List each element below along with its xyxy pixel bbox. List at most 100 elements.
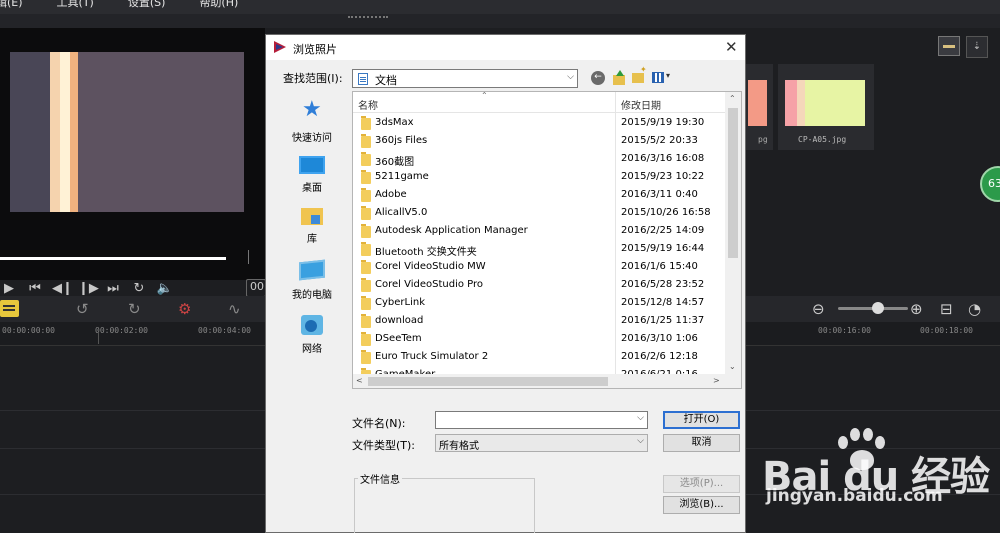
- chevron-down-icon[interactable]: ⌵: [637, 413, 644, 423]
- scrollbar-thumb[interactable]: [728, 108, 738, 258]
- library-view-button[interactable]: [938, 36, 960, 56]
- file-row[interactable]: DSeeTem 2016/3/10 1:06: [353, 331, 725, 349]
- file-row[interactable]: Euro Truck Simulator 2 2016/2/6 12:18: [353, 349, 725, 367]
- horizontal-scrollbar[interactable]: < >: [353, 374, 725, 388]
- file-row[interactable]: 360截图 2016/3/16 16:08: [353, 151, 725, 169]
- home-icon[interactable]: ⏮: [26, 281, 44, 296]
- file-row[interactable]: Autodesk Application Manager 2016/2/25 14…: [353, 223, 725, 241]
- place-quick-access[interactable]: ★ 快速访问: [275, 99, 349, 145]
- fit-project-icon[interactable]: ⊟: [940, 300, 953, 318]
- up-folder-icon[interactable]: [612, 70, 626, 86]
- duration-icon[interactable]: ◔: [968, 300, 981, 318]
- file-row[interactable]: CyberLink 2015/12/8 14:57: [353, 295, 725, 313]
- file-name: Corel VideoStudio Pro: [375, 279, 484, 290]
- scrollbar-thumb[interactable]: [368, 377, 608, 386]
- repeat-icon[interactable]: ↻: [130, 281, 148, 296]
- view-menu-icon[interactable]: [652, 72, 664, 83]
- panel-drag-handle[interactable]: [348, 16, 388, 22]
- file-name: Bluetooth 交换文件夹: [375, 247, 477, 258]
- library-thumb[interactable]: [785, 80, 865, 126]
- folder-icon: [361, 206, 371, 220]
- zoom-slider-knob[interactable]: [872, 302, 884, 314]
- menu-tools[interactable]: 工具(T): [57, 0, 94, 11]
- vertical-scrollbar[interactable]: ⌃ ⌄: [725, 92, 741, 374]
- menu-edit[interactable]: 辑(E): [0, 0, 23, 11]
- end-icon[interactable]: ⏭: [104, 281, 122, 296]
- column-header-name[interactable]: 名称: [358, 97, 378, 112]
- look-in-combo[interactable]: 文档 ⌵: [352, 69, 578, 88]
- file-row[interactable]: Adobe 2016/3/11 0:40: [353, 187, 725, 205]
- place-label: 快速访问: [292, 133, 332, 144]
- folder-icon: [361, 152, 371, 166]
- file-date: 2016/3/10 1:06: [621, 333, 698, 344]
- zoom-in-icon[interactable]: ⊕: [910, 300, 923, 318]
- sort-icon[interactable]: ⇣: [966, 36, 988, 58]
- file-date: 2015/12/8 14:57: [621, 297, 705, 308]
- scroll-right-icon[interactable]: >: [713, 376, 720, 385]
- file-row[interactable]: 5211game 2015/9/23 10:22: [353, 169, 725, 187]
- file-row[interactable]: download 2016/1/25 11:37: [353, 313, 725, 331]
- library-thumb[interactable]: [748, 80, 767, 126]
- open-button[interactable]: 打开(O): [663, 411, 740, 429]
- scroll-up-icon[interactable]: ⌃: [729, 94, 736, 103]
- file-name: Adobe: [375, 189, 407, 200]
- cancel-button[interactable]: 取消: [663, 434, 740, 452]
- filetype-select[interactable]: 所有格式 ⌵: [435, 434, 648, 452]
- file-row[interactable]: Corel VideoStudio Pro 2016/5/28 23:52: [353, 277, 725, 295]
- file-date: 2016/5/28 23:52: [621, 279, 705, 290]
- file-date: 2015/10/26 16:58: [621, 207, 711, 218]
- place-libraries[interactable]: 库: [275, 205, 349, 251]
- file-name: download: [375, 315, 424, 326]
- place-label: 网络: [302, 344, 322, 355]
- options-button[interactable]: 选项(P)...: [663, 475, 740, 493]
- zoom-out-icon[interactable]: ⊖: [812, 300, 825, 318]
- file-date: 2016/2/25 14:09: [621, 225, 705, 236]
- trim-marker[interactable]: [248, 250, 251, 264]
- playhead[interactable]: [98, 332, 99, 344]
- menu-settings[interactable]: 设置(S): [128, 0, 166, 11]
- chevron-down-icon[interactable]: ⌵: [637, 436, 644, 446]
- record-icon[interactable]: ⚙: [178, 300, 191, 318]
- look-in-value: 文档: [375, 74, 397, 87]
- prev-frame-icon[interactable]: ◀❙: [52, 281, 73, 296]
- storyboard-view-icon[interactable]: [0, 300, 19, 317]
- redo-icon[interactable]: ↻: [128, 300, 141, 318]
- play-icon[interactable]: ▶: [0, 281, 18, 296]
- menu-help[interactable]: 帮助(H): [199, 0, 238, 11]
- file-name: 360js Files: [375, 135, 428, 146]
- volume-icon[interactable]: 🔈: [156, 281, 174, 296]
- place-this-pc[interactable]: 我的电脑: [275, 259, 349, 305]
- timecode-field[interactable]: 00: [246, 279, 266, 297]
- file-row[interactable]: Bluetooth 交换文件夹 2015/9/19 16:44: [353, 241, 725, 259]
- dialog-titlebar[interactable]: 浏览照片 ✕: [266, 35, 745, 60]
- audio-mixer-icon[interactable]: ∿: [228, 300, 241, 318]
- next-frame-icon[interactable]: ❙▶: [78, 281, 99, 296]
- place-label: 我的电脑: [292, 290, 332, 301]
- scrollbar-corner: [725, 374, 741, 388]
- place-network[interactable]: 网络: [275, 313, 349, 359]
- chevron-down-icon[interactable]: ⌵: [567, 72, 574, 82]
- panel-header-strip: [0, 14, 1000, 28]
- browse-button[interactable]: 浏览(B)...: [663, 496, 740, 514]
- undo-icon[interactable]: ↺: [76, 300, 89, 318]
- ruler-label: 00:00:04:00: [198, 326, 251, 335]
- file-row[interactable]: 3dsMax 2015/9/19 19:30: [353, 115, 725, 133]
- file-date: 2016/2/6 12:18: [621, 351, 698, 362]
- new-folder-icon[interactable]: [632, 65, 647, 83]
- back-icon[interactable]: ←: [591, 71, 605, 85]
- file-row[interactable]: 360js Files 2015/5/2 20:33: [353, 133, 725, 151]
- file-list[interactable]: ⌃ 名称 修改日期 3dsMax 2015/9/19 19:30 360js Fil…: [352, 91, 742, 389]
- place-desktop[interactable]: 桌面: [275, 153, 349, 199]
- scroll-left-icon[interactable]: <: [356, 376, 363, 385]
- ruler-label: 00:00:02:00: [95, 326, 148, 335]
- file-row[interactable]: Corel VideoStudio MW 2016/1/6 15:40: [353, 259, 725, 277]
- file-row[interactable]: AlicallV5.0 2015/10/26 16:58: [353, 205, 725, 223]
- preview-scrubber[interactable]: [0, 257, 226, 260]
- chevron-down-icon[interactable]: ▾: [666, 71, 670, 80]
- scroll-down-icon[interactable]: ⌄: [729, 362, 736, 371]
- filename-combo[interactable]: ⌵: [435, 411, 648, 429]
- close-icon[interactable]: ✕: [725, 38, 738, 56]
- column-header-date[interactable]: 修改日期: [621, 97, 661, 112]
- file-date: 2015/9/19 19:30: [621, 117, 705, 128]
- file-date: 2015/9/23 10:22: [621, 171, 705, 182]
